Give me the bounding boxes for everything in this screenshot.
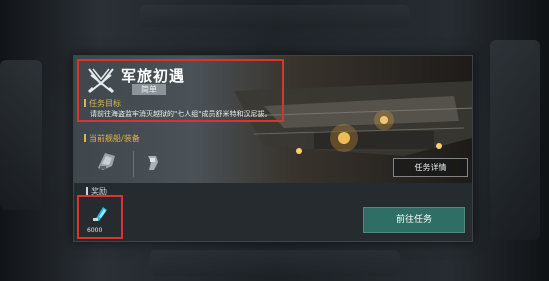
background-pipe [140, 5, 410, 27]
objective-heading-label: 任务目标 [89, 99, 121, 108]
reward-item-slot[interactable]: 6000 [77, 195, 123, 239]
go-to-mission-button[interactable]: 前往任务 [363, 207, 465, 233]
reward-count: 6000 [87, 227, 103, 234]
background-pipe [0, 60, 42, 210]
background-pipe [150, 250, 400, 276]
mission-details-button[interactable]: 任务详情 [393, 158, 468, 177]
objective-text: 请前往海盗监牢消灭越狱的"七人组"成员舒米特和汉尼拔。 [90, 110, 272, 118]
mission-banner: 军旅初遇 简单 任务目标 请前往海盗监牢消灭越狱的"七人组"成员舒米特和汉尼拔。… [74, 56, 472, 183]
ship-icon[interactable] [95, 150, 117, 172]
section-marker [84, 99, 86, 107]
equipment-heading-label: 当前舰船/装备 [89, 134, 140, 143]
section-marker [84, 134, 86, 142]
crossed-swords-emblem-icon [87, 68, 115, 94]
equipment-heading: 当前舰船/装备 [84, 133, 140, 144]
objective-heading: 任务目标 [84, 98, 121, 109]
equipment-divider [133, 151, 134, 177]
equipment-icon[interactable] [142, 152, 164, 174]
section-marker [86, 187, 88, 195]
mission-title: 军旅初遇 [121, 67, 186, 85]
background-pipe [490, 40, 540, 240]
mission-panel: 军旅初遇 简单 任务目标 请前往海盗监牢消灭越狱的"七人组"成员舒米特和汉尼拔。… [73, 55, 473, 242]
crystal-item-icon [93, 207, 107, 221]
difficulty-badge: 简单 [132, 84, 166, 95]
